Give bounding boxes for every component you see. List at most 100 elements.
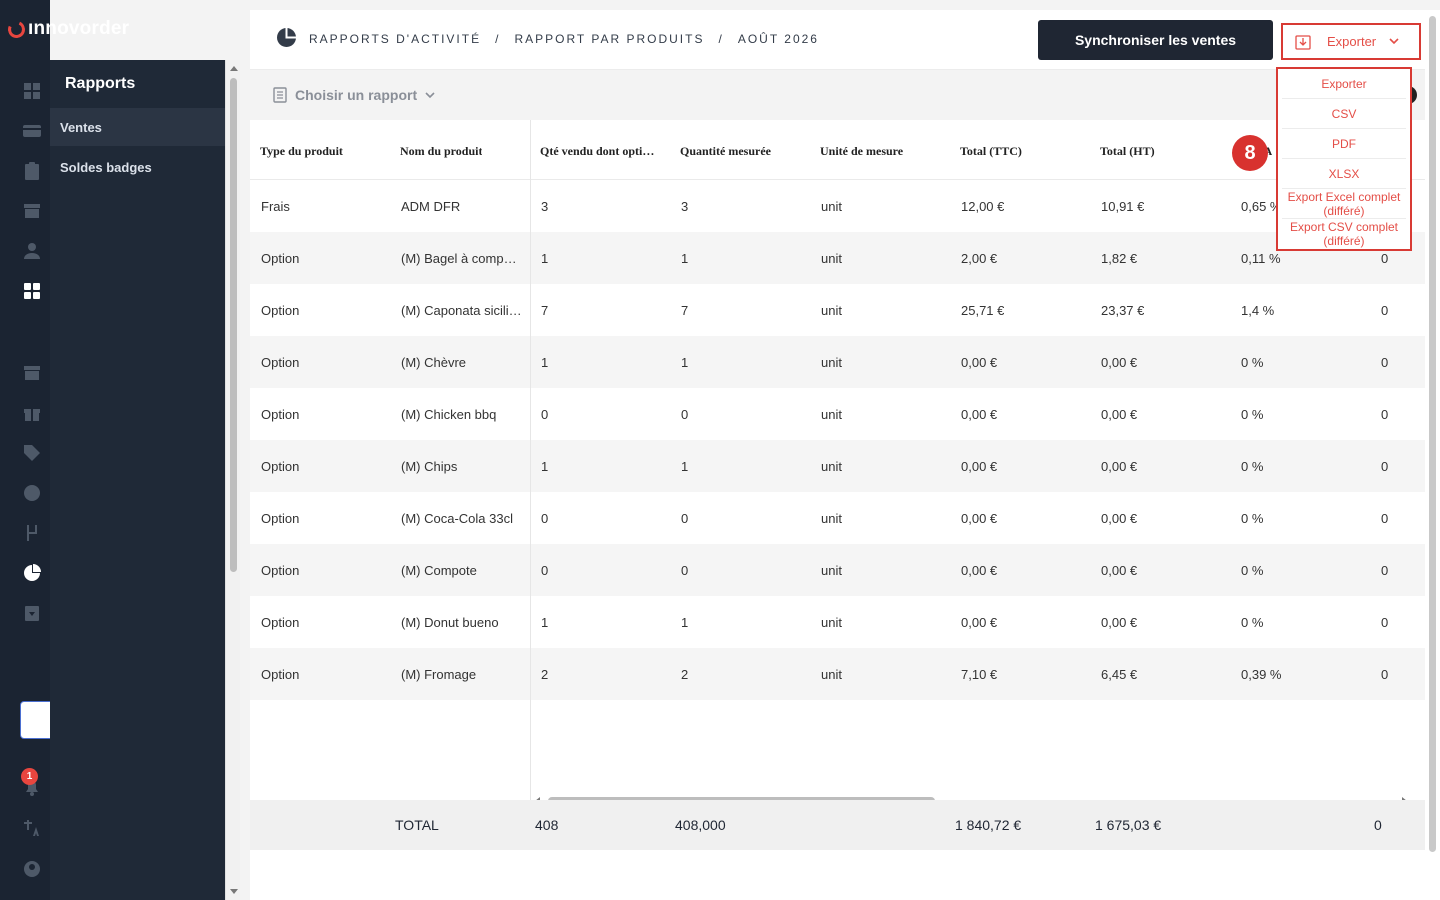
table-cell: 7 (681, 303, 689, 318)
download-icon[interactable] (23, 604, 41, 622)
table-cell: 0 (1381, 407, 1389, 422)
table-cell: 0 (1381, 251, 1389, 266)
sync-sales-button[interactable]: Synchroniser les ventes (1038, 20, 1273, 60)
column-header[interactable]: Qté vendu dont opti… (540, 144, 654, 159)
export-icon (1295, 35, 1311, 50)
sidebar-item-soldes-badges[interactable]: Soldes badges (50, 148, 225, 186)
breadcrumb: RAPPORTS D'ACTIVITÉ / RAPPORT PAR PRODUI… (309, 32, 819, 46)
breadcrumb-item[interactable]: RAPPORT PAR PRODUITS (514, 32, 704, 46)
rail-card[interactable] (20, 701, 52, 739)
column-header[interactable]: Type du produit (260, 144, 343, 159)
table-cell: 0,00 € (1101, 563, 1138, 578)
breadcrumb-item[interactable]: RAPPORTS D'ACTIVITÉ (309, 32, 481, 46)
table-cell: 0 % (1241, 355, 1264, 370)
choose-report-dropdown[interactable]: Choisir un rapport (272, 87, 436, 103)
table-cell: 0 (541, 511, 549, 526)
table-cell: 1 (681, 615, 689, 630)
main-scrollbar[interactable] (1425, 10, 1440, 900)
table-cell: 0 (1381, 459, 1389, 474)
table-cell: 1 (541, 355, 549, 370)
column-header[interactable]: Total (HT) (1100, 144, 1155, 159)
table-cell: Option (261, 407, 300, 422)
table-cell: 0,00 € (1101, 459, 1138, 474)
table-row[interactable]: Option (M) Coca-Cola 33cl 0 0 unit 0,00 € 0,00… (250, 492, 1425, 544)
table-cell: unit (821, 355, 842, 370)
export-menu-item-csv-complet[interactable]: Export CSV complet (différé) (1282, 219, 1406, 249)
export-menu-item-excel-complet[interactable]: Export Excel complet (différé) (1282, 189, 1406, 219)
tag-icon[interactable] (23, 444, 41, 462)
table-cell: 2 (541, 667, 549, 682)
table-row[interactable]: Frais ADM DFR 3 3 unit 12,00 €10,91 €0,65 % (250, 180, 1425, 232)
table-cell: Option (261, 615, 300, 630)
table-cell: 0,00 € (961, 511, 998, 526)
table-cell: Option (261, 355, 300, 370)
table-cell: 3 (681, 199, 689, 214)
total-ht: 1 675,03 € (1095, 817, 1162, 833)
table-cell: 6,45 € (1101, 667, 1138, 682)
globe-icon[interactable] (23, 484, 41, 502)
table-cell: 23,37 € (1101, 303, 1145, 318)
sidebar-scroll-thumb[interactable] (230, 78, 237, 572)
gift-icon[interactable] (23, 404, 41, 422)
reports-sidebar: Rapports Ventes Soldes badges (50, 60, 225, 900)
table-cell: 0 (681, 563, 689, 578)
breadcrumb-item: AOÛT 2026 (737, 32, 819, 46)
clipboard-icon[interactable] (23, 162, 41, 180)
table-cell: 0 (1381, 667, 1389, 682)
pie-chart-icon[interactable] (23, 564, 41, 582)
column-header[interactable]: Total (TTC) (960, 144, 1022, 159)
translate-icon[interactable] (23, 819, 41, 837)
table-cell: 0 % (1241, 563, 1264, 578)
table-row[interactable]: Option (M) Bagel à comp… 1 1 unit 2,00 € 1,82 … (250, 232, 1425, 284)
app-logo[interactable]: ınnovorder (5, 18, 129, 40)
table-cell: 0 (1381, 355, 1389, 370)
total-qty: 408 (535, 817, 559, 833)
table-row[interactable]: Option (M) Caponata sicili… 7 7 unit 25,71 € 2… (250, 284, 1425, 336)
table-cell: 1 (541, 459, 549, 474)
table-row[interactable]: Option (M) Compote 0 0 unit 0,00 € 0,00 € 0 % 0 (250, 544, 1425, 596)
export-menu-item-xlsx[interactable]: XLSX (1282, 159, 1406, 189)
products-table: Type du produit Nom du produit Qté vendu d… (250, 120, 1425, 810)
dashboard-icon[interactable] (23, 82, 41, 100)
grid-icon[interactable] (23, 282, 41, 300)
total-offert: 0 (1374, 817, 1382, 833)
table-cell: 0,00 € (961, 563, 998, 578)
table-cell: Option (261, 667, 300, 682)
export-button[interactable]: Exporter (1281, 23, 1421, 60)
export-menu-item-exporter[interactable]: Exporter (1282, 69, 1406, 99)
table-cell: 0,00 € (1101, 615, 1138, 630)
table-cell: 0,00 € (1101, 407, 1138, 422)
page-header: RAPPORTS D'ACTIVITÉ / RAPPORT PAR PRODUI… (250, 10, 1425, 70)
table-row[interactable]: Option (M) Fromage 2 2 unit 7,10 € 6,45 € 0,39 … (250, 648, 1425, 700)
sidebar-scrollbar[interactable] (225, 60, 240, 900)
main-scroll-thumb[interactable] (1429, 16, 1436, 852)
total-row: TOTAL 408 408,000 1 840,72 € 1 675,03 € … (250, 800, 1425, 850)
column-header[interactable]: Nom du produit (400, 144, 482, 159)
table-cell: 1 (681, 355, 689, 370)
branch-icon[interactable] (23, 524, 41, 542)
table-cell: (M) Compote (401, 563, 477, 578)
export-menu-item-pdf[interactable]: PDF (1282, 129, 1406, 159)
notification-count: 1 (21, 768, 38, 785)
table-cell: 0 (681, 407, 689, 422)
store2-icon[interactable] (23, 364, 41, 382)
logo-mark-icon (5, 18, 28, 40)
account-icon[interactable] (23, 860, 41, 878)
table-cell: unit (821, 511, 842, 526)
chevron-down-icon (1389, 38, 1399, 45)
column-header[interactable]: Unité de mesure (820, 144, 903, 159)
table-row[interactable]: Option (M) Donut bueno 1 1 unit 0,00 € 0,00 € 0… (250, 596, 1425, 648)
table-row[interactable]: Option (M) Chèvre 1 1 unit 0,00 € 0,00 € 0 % 0 (250, 336, 1425, 388)
sidebar-item-label: Ventes (60, 119, 102, 135)
card-icon[interactable] (23, 122, 41, 140)
export-label: Exporter (1327, 34, 1377, 49)
table-cell: 12,00 € (961, 199, 1005, 214)
export-menu-item-csv[interactable]: CSV (1282, 99, 1406, 129)
sidebar-item-ventes[interactable]: Ventes (50, 108, 225, 146)
table-row[interactable]: Option (M) Chips 1 1 unit 0,00 € 0,00 € 0 % 0 (250, 440, 1425, 492)
table-row[interactable]: Option (M) Chicken bbq 0 0 unit 0,00 € 0,00 € 0… (250, 388, 1425, 440)
table-cell: 0,00 € (1101, 511, 1138, 526)
user-icon[interactable] (23, 242, 41, 260)
store-icon[interactable] (23, 202, 41, 220)
column-header[interactable]: Quantité mesurée (680, 144, 771, 159)
